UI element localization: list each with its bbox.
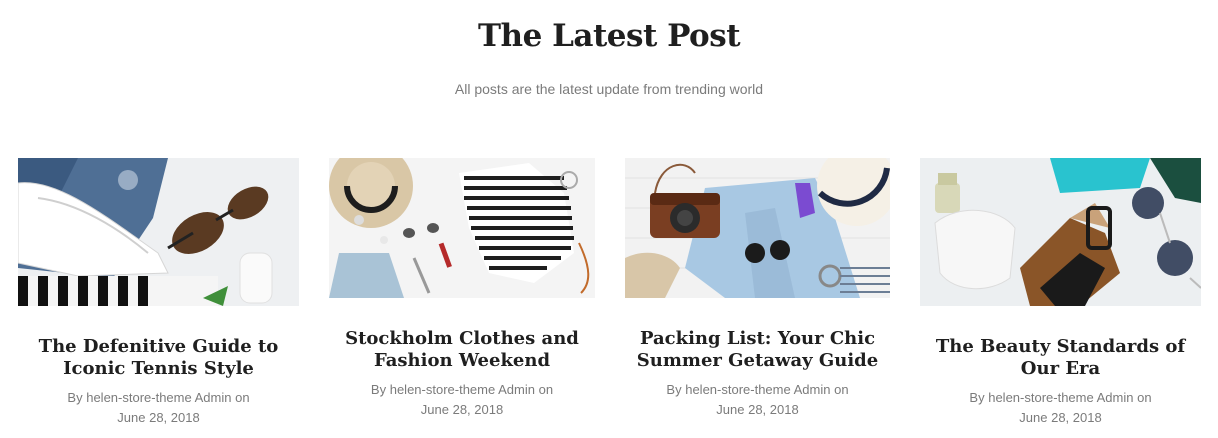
post-thumbnail[interactable] [18, 158, 299, 306]
sandals-sunglasses-image [920, 158, 1201, 306]
post-thumbnail[interactable] [329, 158, 595, 298]
post-date: June 28, 2018 [1019, 410, 1102, 425]
post-card: The Beauty Standards of Our Era By helen… [920, 158, 1201, 428]
post-author[interactable]: helen-store-theme Admin [86, 390, 231, 405]
post-meta: By helen-store-theme Admin on June 28, 2… [329, 380, 595, 420]
post-title[interactable]: The Beauty Standards of Our Era [920, 336, 1201, 380]
post-title[interactable]: The Defenitive Guide to Iconic Tennis St… [18, 336, 299, 380]
post-card: Packing List: Your Chic Summer Getaway G… [625, 158, 890, 420]
post-by: By [370, 382, 387, 397]
post-on: on [235, 390, 250, 405]
hat-swimsuit-image [329, 158, 595, 298]
post-meta: By helen-store-theme Admin on June 28, 2… [625, 380, 890, 420]
camera-jacket-image [625, 158, 890, 298]
section-subtitle: All posts are the latest update from tre… [454, 81, 764, 97]
post-on: on [1137, 390, 1152, 405]
post-card: The Defenitive Guide to Iconic Tennis St… [18, 158, 299, 428]
post-meta: By helen-store-theme Admin on June 28, 2… [920, 388, 1201, 428]
post-thumbnail[interactable] [625, 158, 890, 298]
post-author[interactable]: helen-store-theme Admin [685, 382, 830, 397]
post-title[interactable]: Packing List: Your Chic Summer Getaway G… [625, 328, 890, 372]
post-author[interactable]: helen-store-theme Admin [390, 382, 535, 397]
post-title[interactable]: Stockholm Clothes and Fashion Weekend [329, 328, 595, 372]
post-on: on [834, 382, 849, 397]
post-by: By [666, 382, 682, 397]
post-date: June 28, 2018 [420, 402, 504, 417]
post-date: June 28, 2018 [117, 410, 200, 425]
section-title: The Latest Post [477, 18, 741, 54]
post-by: By [969, 390, 985, 405]
post-thumbnail[interactable] [920, 158, 1201, 306]
post-meta: By helen-store-theme Admin on June 28, 2… [18, 388, 299, 428]
sneakers-sunglasses-image [18, 158, 299, 306]
post-card: Stockholm Clothes and Fashion Weekend By… [329, 158, 595, 420]
post-on: on [538, 382, 554, 397]
post-date: June 28, 2018 [716, 402, 799, 417]
post-by: By [67, 390, 83, 405]
post-author[interactable]: helen-store-theme Admin [988, 390, 1133, 405]
